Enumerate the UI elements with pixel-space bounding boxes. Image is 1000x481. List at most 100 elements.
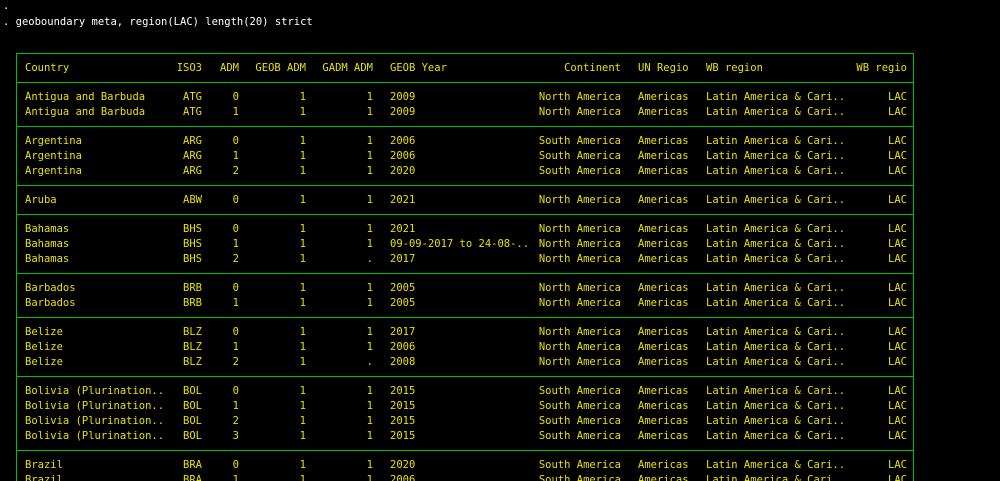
cell-geob-year: 2015	[390, 385, 416, 397]
cell-wb-region: Latin America & Cari..	[706, 223, 846, 235]
cell-iso3: ATG	[183, 91, 202, 103]
cell-gadm-adm: 1	[366, 238, 373, 250]
cell-continent: South America	[538, 400, 621, 412]
cell-adm: 0	[232, 282, 239, 294]
cell-geob-year: 2009	[390, 91, 416, 103]
cell-wb-regio: LAC	[888, 150, 907, 162]
cell-geob-year: 2006	[390, 474, 416, 481]
cell-gadm-adm: 1	[366, 415, 373, 427]
cell-iso3: BHS	[183, 223, 202, 235]
cell-un-region: Americas	[638, 238, 689, 250]
cell-un-region: Americas	[638, 400, 689, 412]
cell-iso3: BOL	[183, 385, 202, 397]
cell-adm: 0	[232, 194, 239, 206]
cell-wb-region: Latin America & Cari..	[706, 385, 846, 397]
table-row: Bolivia (Plurination.. BOL 0 1 1 2015 South Am…	[17, 384, 913, 399]
cell-un-region: Americas	[638, 459, 689, 471]
cell-iso3: ATG	[183, 106, 202, 118]
cell-geob-adm: 1	[299, 150, 306, 162]
cell-wb-regio: LAC	[888, 356, 907, 368]
cell-wb-region: Latin America & Cari..	[706, 474, 846, 481]
cell-continent: North America	[538, 326, 621, 338]
cell-un-region: Americas	[638, 91, 689, 103]
cell-wb-regio: LAC	[888, 165, 907, 177]
cell-adm: 1	[232, 238, 239, 250]
cell-geob-year: 2009	[390, 106, 416, 118]
cell-gadm-adm: 1	[366, 165, 373, 177]
table-row: Antigua and Barbuda ATG 1 1 1 2009 North Ameri…	[17, 105, 913, 120]
cell-wb-region: Latin America & Cari..	[706, 282, 846, 294]
cell-geob-adm: 1	[299, 341, 306, 353]
cell-adm: 1	[232, 297, 239, 309]
row-group: Barbados BRB 0 1 1 2005 North America Americas L…	[17, 274, 913, 318]
cell-geob-year: 2015	[390, 415, 416, 427]
cell-country: Aruba	[25, 194, 57, 206]
table-row: Bahamas BHS 2 1. 2017 North America Americas La…	[17, 252, 913, 267]
table-row: Bolivia (Plurination.. BOL 2 1 1 2015 South Am…	[17, 414, 913, 429]
cell-adm: 1	[232, 150, 239, 162]
row-group: Aruba ABW 0 1 1 2021 North America Americas Lati…	[17, 186, 913, 215]
row-group: Bolivia (Plurination.. BOL 0 1 1 2015 South Am…	[17, 377, 913, 451]
stata-results-window: . . geoboundary meta, region(LAC) length…	[0, 0, 1000, 481]
cell-continent: South America	[538, 430, 621, 442]
cell-adm: 0	[232, 459, 239, 471]
cell-wb-region: Latin America & Cari..	[706, 91, 846, 103]
cell-geob-adm: 1	[299, 194, 306, 206]
cell-country: Argentina	[25, 165, 82, 177]
cell-country: Belize	[25, 341, 63, 353]
cell-wb-region: Latin America & Cari..	[706, 253, 846, 265]
header-adm: ADM	[220, 62, 239, 74]
cell-continent: South America	[538, 459, 621, 471]
cell-un-region: Americas	[638, 135, 689, 147]
cell-un-region: Americas	[638, 165, 689, 177]
cell-adm: 0	[232, 223, 239, 235]
cell-wb-regio: LAC	[888, 297, 907, 309]
cell-un-region: Americas	[638, 326, 689, 338]
cell-continent: North America	[538, 238, 621, 250]
table-row: Belize BLZ 2 1. 2008 North America Americas Lat…	[17, 355, 913, 370]
header-wb-regio: WB regio	[856, 62, 907, 74]
cell-country: Bolivia (Plurination..	[25, 415, 165, 427]
cell-adm: 2	[232, 253, 239, 265]
cell-continent: North America	[538, 341, 621, 353]
cell-un-region: Americas	[638, 106, 689, 118]
cell-country: Belize	[25, 356, 63, 368]
cell-continent: North America	[538, 106, 621, 118]
cell-geob-year: 2020	[390, 459, 416, 471]
command-line[interactable]: . geoboundary meta, region(LAC) length(2…	[3, 16, 313, 28]
cell-country: Brazil	[25, 474, 63, 481]
cell-adm: 1	[232, 474, 239, 481]
cell-gadm-adm: 1	[366, 326, 373, 338]
cell-continent: South America	[538, 165, 621, 177]
cell-iso3: BRB	[183, 282, 202, 294]
table-row: Bahamas BHS 1 1 1 09-09-2017 to 24-08-.. North…	[17, 237, 913, 252]
cell-geob-adm: 1	[299, 326, 306, 338]
cell-gadm-adm: 1	[366, 135, 373, 147]
cell-country: Belize	[25, 326, 63, 338]
cell-wb-regio: LAC	[888, 430, 907, 442]
cell-gadm-adm: 1	[366, 430, 373, 442]
cell-wb-region: Latin America & Cari..	[706, 341, 846, 353]
cell-continent: North America	[538, 91, 621, 103]
cell-iso3: BHS	[183, 253, 202, 265]
cell-wb-region: Latin America & Cari..	[706, 356, 846, 368]
table-row: Brazil BRA 1 1 1 2006 South America Americas Lat…	[17, 473, 913, 481]
cell-gadm-adm: 1	[366, 282, 373, 294]
cell-geob-adm: 1	[299, 238, 306, 250]
cell-country: Bolivia (Plurination..	[25, 385, 165, 397]
cell-gadm-adm: 1	[366, 194, 373, 206]
cell-geob-adm: 1	[299, 135, 306, 147]
cell-wb-region: Latin America & Cari..	[706, 297, 846, 309]
cell-geob-year: 2005	[390, 297, 416, 309]
cell-geob-adm: 1	[299, 400, 306, 412]
cell-geob-year: 2015	[390, 430, 416, 442]
cell-gadm-adm: 1	[366, 400, 373, 412]
cell-iso3: ARG	[183, 165, 202, 177]
cell-iso3: BRB	[183, 297, 202, 309]
cell-continent: South America	[538, 385, 621, 397]
table-row: Bahamas BHS 0 1 1 2021 North America Americas La…	[17, 222, 913, 237]
table-row: Argentina ARG 0 1 1 2006 South America Americas…	[17, 134, 913, 149]
cell-iso3: BLZ	[183, 356, 202, 368]
cell-wb-region: Latin America & Cari..	[706, 238, 846, 250]
cell-un-region: Americas	[638, 297, 689, 309]
